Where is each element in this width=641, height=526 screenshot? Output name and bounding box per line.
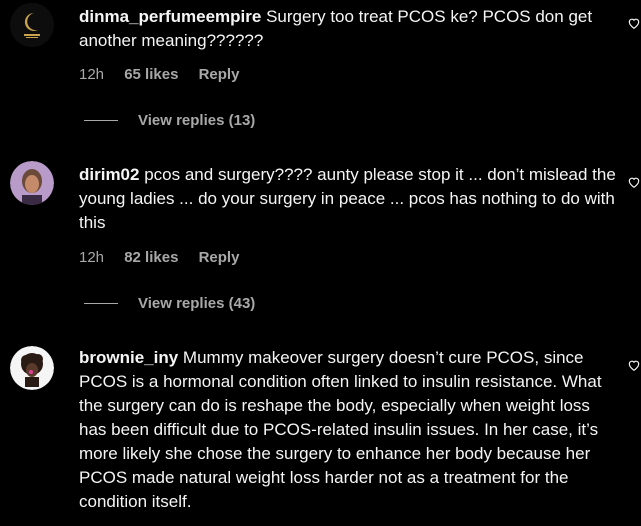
heart-outline-icon[interactable] [627, 175, 641, 189]
comment-time: 12h [79, 249, 105, 266]
comment-username[interactable]: dinma_perfumeempire [79, 7, 261, 26]
comment-username[interactable]: dirim02 [79, 165, 139, 184]
reply-button[interactable]: Reply [199, 249, 240, 266]
comment-text-block: brownie_iny Mummy makeover surgery doesn… [79, 346, 619, 514]
comment-text-block: dinma_perfumeempire Surgery too treat PC… [79, 5, 619, 53]
comment-username[interactable]: brownie_iny [79, 348, 178, 367]
comment-body: Mummy makeover surgery doesn’t cure PCOS… [79, 348, 602, 511]
view-replies-line [84, 303, 118, 304]
avatar[interactable] [10, 3, 54, 47]
comment-likes[interactable]: 65 likes [124, 66, 178, 83]
view-replies-label: View replies (43) [138, 295, 256, 312]
comment-meta: 12h 65 likes Reply [79, 66, 255, 83]
avatar[interactable] [10, 346, 54, 390]
comment-likes[interactable]: 82 likes [124, 249, 178, 266]
comment-text-block: dirim02 pcos and surgery???? aunty pleas… [79, 163, 619, 235]
view-replies-button[interactable]: View replies (13) [84, 112, 255, 129]
heart-outline-icon[interactable] [627, 358, 641, 372]
comment-body: pcos and surgery???? aunty please stop i… [79, 165, 616, 232]
avatar[interactable] [10, 161, 54, 205]
view-replies-button[interactable]: View replies (43) [84, 295, 255, 312]
comment-time: 12h [79, 66, 105, 83]
view-replies-label: View replies (13) [138, 112, 256, 129]
comment-meta: 12h 82 likes Reply [79, 249, 255, 266]
heart-outline-icon[interactable] [627, 16, 641, 30]
view-replies-line [84, 120, 118, 121]
reply-button[interactable]: Reply [199, 66, 240, 83]
